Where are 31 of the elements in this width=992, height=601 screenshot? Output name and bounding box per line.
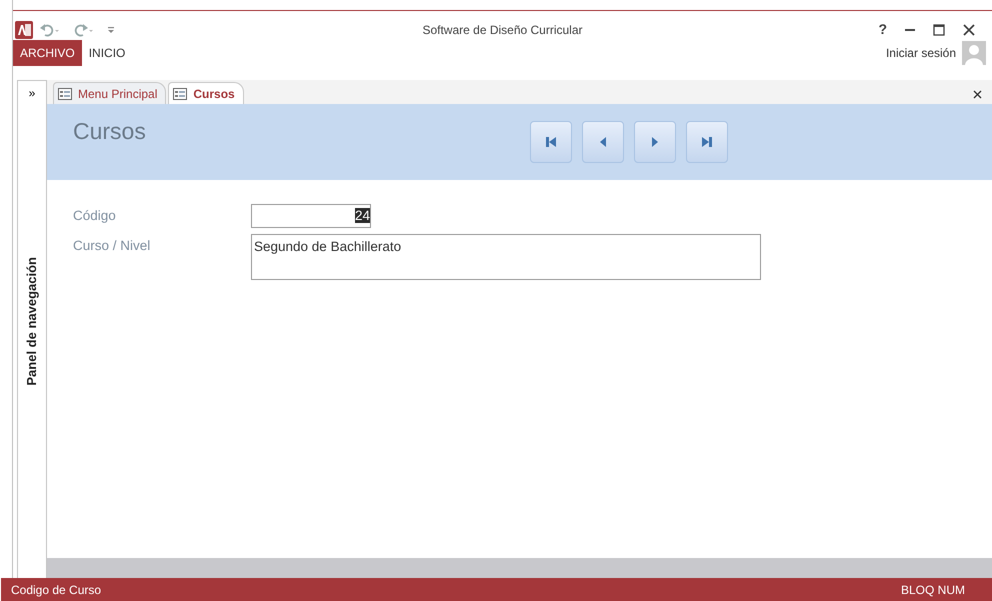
- app-logo-icon: [15, 20, 33, 38]
- close-icon: [963, 24, 975, 36]
- status-indicator: BLOQ NUM: [900, 582, 965, 598]
- minimize-icon: [905, 28, 915, 30]
- document-tab[interactable]: Menu Principal: [53, 82, 166, 104]
- document-tab[interactable]: Cursos: [168, 82, 244, 104]
- status-text: Codigo de Curso: [11, 582, 102, 598]
- form-title: Cursos: [73, 117, 146, 146]
- close-icon: [973, 90, 982, 99]
- ribbon-tab[interactable]: INICIO: [82, 40, 132, 66]
- window-title: Software de Diseño Curricular: [422, 22, 583, 36]
- ribbon-tab[interactable]: ARCHIVO: [13, 40, 82, 66]
- sign-in-link[interactable]: Iniciar sesión: [886, 44, 956, 62]
- first-record-icon: [545, 136, 557, 148]
- field-label: Curso / Nivel: [73, 237, 152, 256]
- form-icon: [173, 88, 188, 100]
- field-label: Código: [73, 207, 117, 225]
- help-button[interactable]: ?: [869, 19, 896, 40]
- navigation-pane-label[interactable]: Panel de navegación: [22, 257, 42, 386]
- code-field[interactable]: 24: [251, 204, 371, 228]
- first-record-button[interactable]: [530, 121, 572, 163]
- dropdown-icon: [107, 26, 115, 34]
- last-record-icon: [701, 136, 713, 148]
- expand-pane-button[interactable]: »: [28, 81, 36, 105]
- last-record-button[interactable]: [686, 121, 728, 163]
- course-field[interactable]: Segundo de Bachillerato: [251, 234, 761, 280]
- form-icon: [58, 88, 72, 100]
- undo-icon: [39, 22, 61, 36]
- redo-icon: [73, 22, 95, 36]
- maximize-icon: [933, 24, 945, 36]
- avatar-icon: [962, 41, 986, 65]
